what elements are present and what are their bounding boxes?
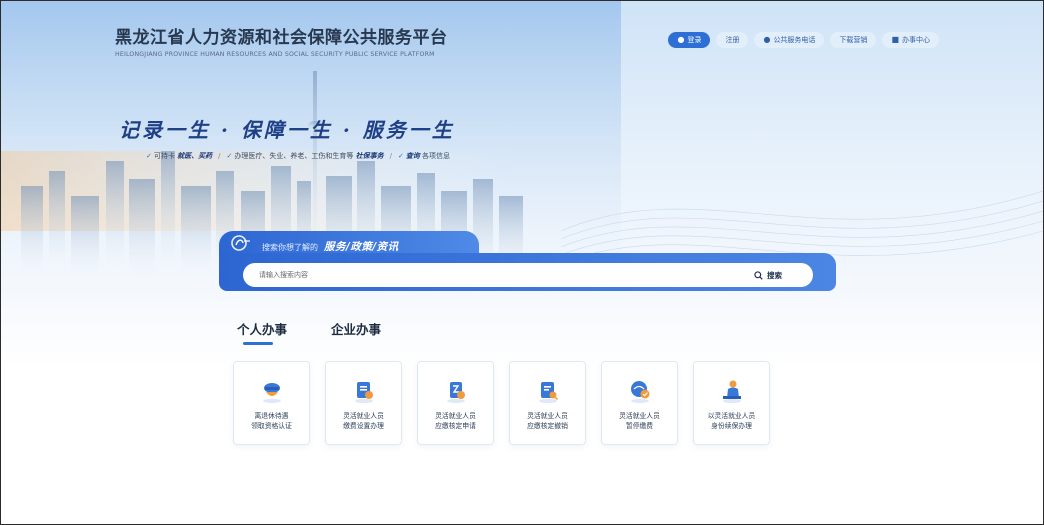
divider: / — [218, 152, 221, 160]
user-icon: ● — [763, 35, 771, 44]
service-card[interactable]: 灵活就业人员 暂停缴费 — [601, 361, 678, 445]
public-service-phone-button[interactable]: ● 公共服务电话 — [754, 32, 825, 48]
search-button[interactable]: 搜索 — [754, 267, 782, 283]
tab-enterprise[interactable]: 企业办事 — [331, 319, 381, 345]
user-icon: ● — [677, 35, 685, 44]
download-button[interactable]: 下载营销 — [830, 32, 877, 48]
site-subtitle: HEILONGJIANG PROVINCE HUMAN RESOURCES AN… — [115, 51, 435, 58]
feature-item: ✓ 可持卡 就医、买药 — [146, 152, 213, 160]
hero-slogan: 记录一生 · 保障一生 · 服务一生 — [119, 118, 455, 142]
service-card[interactable]: 灵活就业人员 缴费设置办理 — [325, 361, 402, 445]
page-frame: 黑龙江省人力资源和社会保障公共服务平台 HEILONGJIANG PROVINC… — [0, 0, 1044, 525]
service-card[interactable]: 灵活就业人员 应缴核定撤销 — [509, 361, 586, 445]
service-card[interactable]: 离退休待遇 领取资格认证 — [233, 361, 310, 445]
divider: / — [389, 152, 392, 160]
search-icon — [754, 270, 763, 280]
document-coin-icon — [446, 382, 465, 403]
person-desk-icon — [722, 380, 741, 403]
person-check-icon — [630, 381, 649, 403]
search-input[interactable] — [243, 263, 813, 287]
site-title: 黑龙江省人力资源和社会保障公共服务平台 — [115, 28, 448, 48]
check-icon: ✓ — [226, 152, 233, 160]
document-search-icon — [538, 382, 558, 403]
feature-item: ✓ 查询 各项信息 — [397, 152, 451, 160]
site-brand[interactable]: 黑龙江省人力资源和社会保障公共服务平台 HEILONGJIANG PROVINC… — [115, 23, 448, 58]
service-cards: 离退休待遇领取资格认证 灵活就业人员缴费设置办理 灵活就业人员应缴核定申请 — [233, 361, 770, 445]
document-coin-icon — [354, 382, 373, 403]
login-button[interactable]: ● 登录 — [668, 32, 711, 48]
top-nav: ● 登录 注册 ● 公共服务电话 下载营销 ■ 办事中心 — [668, 32, 939, 48]
check-icon: ✓ — [146, 152, 152, 160]
business-tabs: 个人办事 企业办事 — [237, 319, 381, 345]
social-security-logo-icon — [231, 235, 250, 251]
feature-item: ✓ 办理医疗、失业、养老、工伤和生育等 社保事务 — [226, 152, 384, 160]
service-card[interactable]: 灵活就业人员 应缴核定申请 — [417, 361, 494, 445]
service-center-button[interactable]: ■ 办事中心 — [882, 32, 939, 48]
search-hint: 搜索你想了解的 服务/政策/资讯 — [262, 241, 399, 253]
service-card[interactable]: 以灵活就业人员 身份续保办理 — [693, 361, 770, 445]
register-button[interactable]: 注册 — [716, 32, 749, 48]
check-icon: ✓ — [397, 152, 404, 160]
bank-icon: ■ — [891, 35, 899, 44]
tab-personal[interactable]: 个人办事 — [237, 319, 287, 345]
retiree-icon — [262, 383, 281, 403]
hero-features: ✓ 可持卡 就医、买药 / ✓ 办理医疗、失业、养老、工伤和生育等 社保事务 / ✓… — [146, 151, 450, 161]
